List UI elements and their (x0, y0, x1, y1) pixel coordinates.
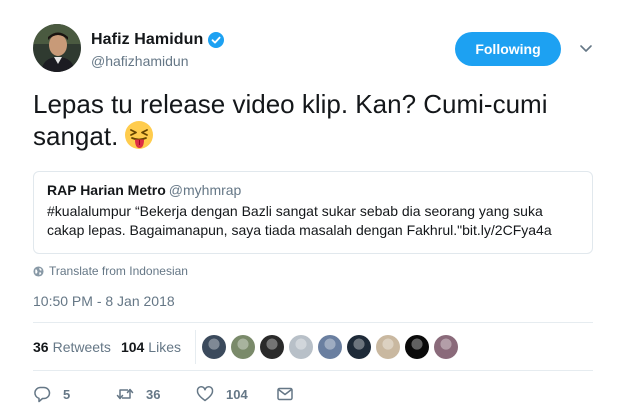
quoted-tweet-card[interactable]: RAP Harian Metro @myhmrap #kualalumpur “B… (33, 171, 593, 254)
retweets-stat[interactable]: 36 Retweets (33, 339, 111, 355)
following-button[interactable]: Following (455, 32, 561, 66)
retweet-button[interactable]: 36 (116, 385, 196, 403)
translate-label: Translate from Indonesian (49, 264, 188, 278)
liker-9-avatar[interactable] (434, 335, 458, 359)
liker-2-avatar[interactable] (231, 335, 255, 359)
liker-6-avatar[interactable] (347, 335, 371, 359)
stats-separator (194, 330, 196, 364)
likes-count: 104 (120, 339, 145, 355)
tweet-text: Lepas tu release video klip. Kan? Cumi-c… (33, 88, 608, 152)
retweets-count: 36 (33, 339, 49, 355)
tweet-actions: 5 36 104 (33, 383, 294, 405)
liker-8-avatar[interactable] (405, 335, 429, 359)
like-button[interactable]: 104 (196, 385, 276, 403)
reply-button[interactable]: 5 (33, 385, 116, 403)
likes-label: Likes (148, 339, 181, 355)
divider-bottom (33, 370, 593, 371)
tweet-timestamp[interactable]: 10:50 PM - 8 Jan 2018 (33, 293, 175, 309)
retweet-icon (116, 388, 134, 400)
quoted-tweet-text: #kualalumpur “Bekerja dengan Bazli sanga… (47, 203, 552, 238)
tweet-stats: 36 Retweets 104 Likes (33, 330, 196, 364)
liker-4-avatar[interactable] (289, 335, 313, 359)
quoted-tweet-header: RAP Harian Metro @myhmrap (47, 181, 579, 199)
reply-count: 5 (63, 386, 71, 402)
author-avatar[interactable] (33, 24, 81, 72)
quoted-author-name: RAP Harian Metro (47, 182, 166, 198)
translate-link[interactable]: Translate from Indonesian (33, 264, 188, 278)
heart-icon (196, 386, 214, 402)
tweet-text-content: Lepas tu release video klip. Kan? Cumi-c… (33, 89, 548, 151)
globe-icon (33, 265, 44, 277)
divider-top (33, 322, 593, 323)
like-count: 104 (226, 386, 248, 402)
name-row: Hafiz Hamidun (91, 31, 225, 49)
tweet-header: Hafiz Hamidun @hafizhamidun Following (33, 24, 593, 76)
author-display-name[interactable]: Hafiz Hamidun (91, 31, 203, 49)
liker-1-avatar[interactable] (202, 335, 226, 359)
reply-icon (34, 386, 51, 403)
liker-avatars (202, 335, 463, 359)
direct-message-button[interactable] (276, 385, 294, 403)
retweets-label: Retweets (52, 339, 111, 355)
liker-3-avatar[interactable] (260, 335, 284, 359)
liker-7-avatar[interactable] (376, 335, 400, 359)
likes-stat[interactable]: 104 Likes (121, 339, 181, 355)
squinting-face-with-tongue-icon (124, 120, 154, 150)
envelope-icon (277, 387, 293, 401)
liker-5-avatar[interactable] (318, 335, 342, 359)
chevron-down-icon[interactable] (578, 40, 594, 56)
retweet-count: 36 (146, 386, 161, 402)
verified-badge-icon (208, 32, 225, 48)
quoted-author-handle: @myhmrap (168, 182, 242, 198)
author-handle[interactable]: @hafizhamidun (91, 53, 189, 69)
